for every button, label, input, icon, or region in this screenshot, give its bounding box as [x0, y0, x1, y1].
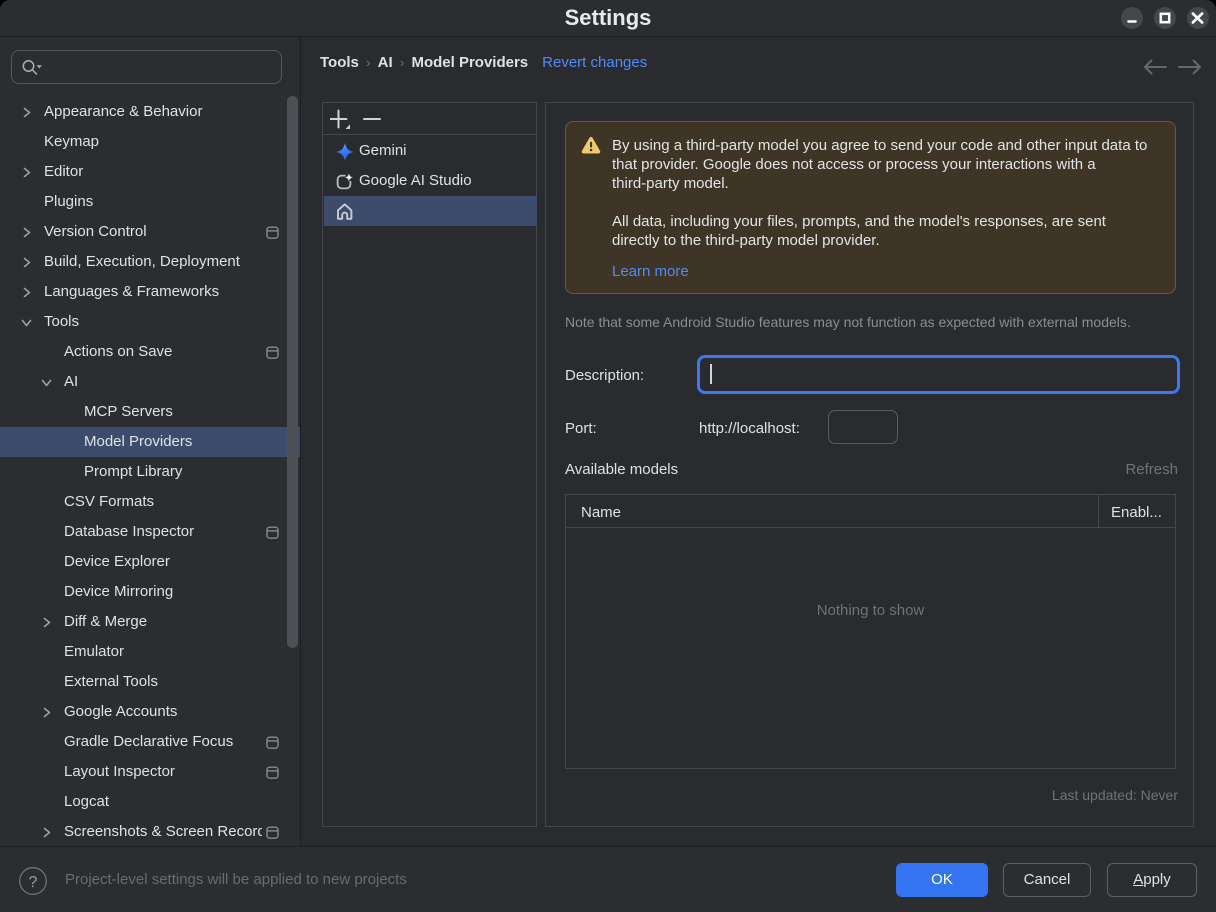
svg-text:?: ?: [29, 874, 38, 891]
